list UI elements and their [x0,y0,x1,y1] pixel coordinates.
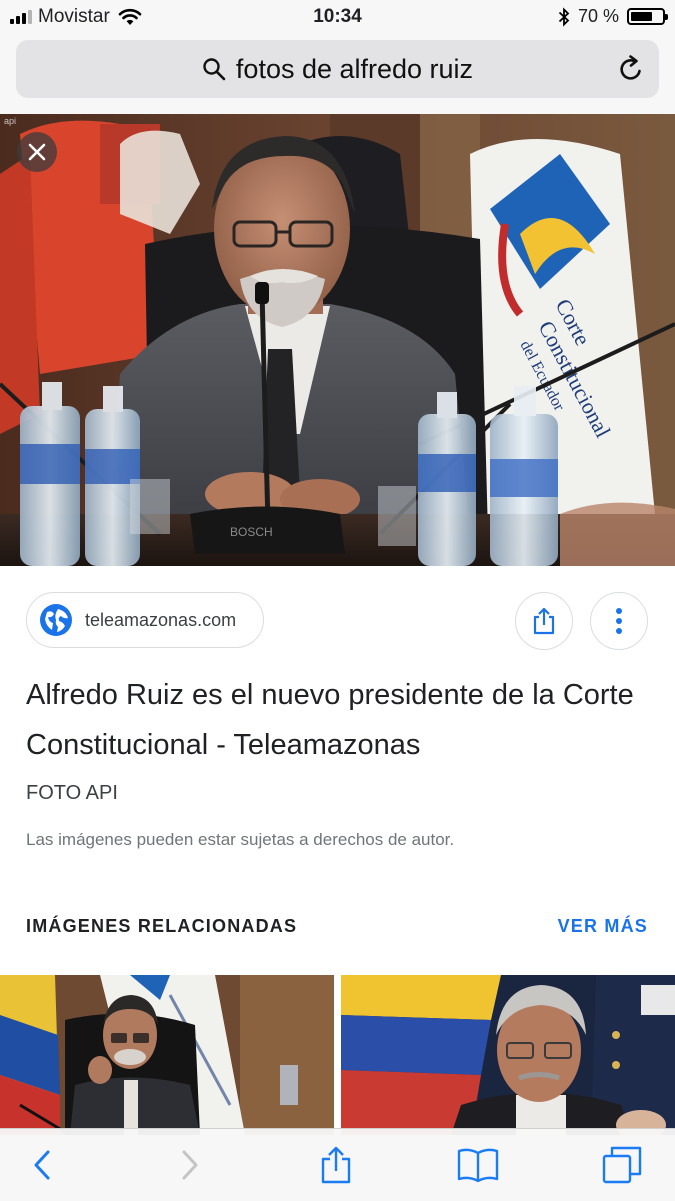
share-icon [321,1146,351,1184]
chevron-right-icon [182,1150,198,1180]
close-button[interactable] [17,132,57,172]
watermark-text: api [4,116,16,126]
result-title[interactable]: Alfredo Ruiz es el nuevo presidente de l… [26,670,656,770]
forward-button[interactable] [168,1145,212,1185]
status-right: 70 % [558,6,668,27]
image-credit: FOTO API [26,782,118,804]
address-bar-area: fotos de alfredo ruiz [0,34,675,114]
book-icon [457,1148,499,1183]
source-link[interactable]: teleamazonas.com [26,592,264,648]
related-thumbnail-2[interactable] [341,975,675,1135]
globe-icon [40,604,72,636]
source-domain: teleamazonas.com [85,609,237,630]
browser-toolbar [0,1128,675,1201]
close-icon [28,143,46,161]
thumbnail-photo-1 [0,975,334,1135]
copyright-notice: Las imágenes pueden estar sujetas a dere… [26,830,455,849]
back-button[interactable] [20,1145,64,1185]
address-bar[interactable]: fotos de alfredo ruiz [16,40,659,98]
related-thumbnail-1[interactable] [0,975,334,1135]
more-options-button[interactable] [590,592,648,650]
search-icon [203,58,226,81]
bluetooth-icon [558,6,570,27]
share-button[interactable] [515,592,573,650]
battery-icon [627,8,668,25]
battery-percent: 70 % [577,6,619,26]
see-more-link[interactable]: VER MÁS [558,916,648,937]
share-page-button[interactable] [314,1145,358,1185]
thumbnail-photo-2 [341,975,675,1135]
photo-press-conference: Corte Constitucional del Ecuador BOSCH a… [0,114,675,566]
bosch-text: BOSCH [230,525,273,539]
related-images-heading: IMÁGENES RELACIONADAS [26,916,298,936]
chevron-left-icon [34,1150,50,1180]
search-query[interactable]: fotos de alfredo ruiz [236,54,473,85]
status-bar: Movistar 10:34 70 % [0,0,675,34]
reload-icon[interactable] [617,54,645,84]
bookmarks-button[interactable] [456,1145,500,1185]
result-image[interactable]: Corte Constitucional del Ecuador BOSCH a… [0,114,675,566]
tabs-icon [602,1146,642,1184]
more-vert-icon [616,608,622,634]
share-icon [533,607,555,635]
tabs-button[interactable] [600,1145,644,1185]
